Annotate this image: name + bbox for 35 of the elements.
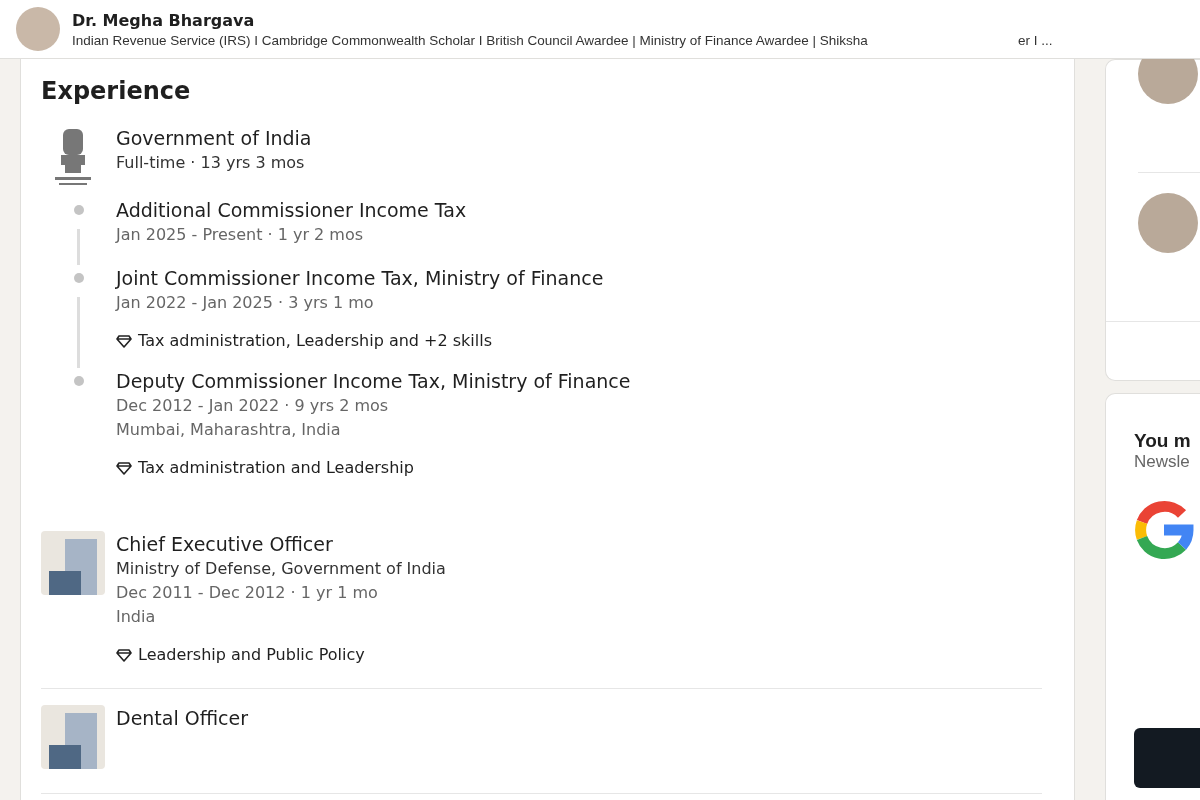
- role-title: Joint Commissioner Income Tax, Ministry of Finance: [116, 266, 604, 291]
- company-logo: [41, 531, 105, 595]
- company-name[interactable]: Government of India: [116, 125, 631, 151]
- skills-text[interactable]: Tax administration, Leadership and +2 skills: [138, 331, 493, 350]
- role-dates: Jan 2022 - Jan 2025 · 3 yrs 1 mo: [116, 292, 375, 314]
- suggestion-subtitle: Newsle: [1134, 452, 1191, 472]
- skills-text[interactable]: Leadership and Public Policy: [138, 645, 365, 664]
- google-logo: [1134, 500, 1194, 560]
- timeline-dot: [73, 376, 84, 386]
- job-title[interactable]: Chief Executive Officer: [116, 531, 446, 557]
- suggestion-title: You m: [1134, 430, 1192, 452]
- gem-icon: [116, 459, 132, 476]
- section-title: Experience: [41, 77, 192, 105]
- employment-summary: Full-time · 13 yrs 3 mos: [116, 152, 306, 174]
- role-title: Deputy Commissioner Income Tax, Ministry of Finance: [116, 369, 631, 394]
- role-title: Additional Commissioner Income Tax: [116, 198, 467, 223]
- profile-headline-end: er I ...: [1017, 32, 1053, 48]
- person-avatar: [1138, 59, 1198, 104]
- job-dates: Dec 2011 - Dec 2012 · 1 yr 1 mo: [116, 582, 379, 604]
- gem-icon: [116, 332, 132, 349]
- skills-text[interactable]: Tax administration and Leadership: [138, 458, 414, 477]
- job-location: India: [116, 606, 157, 628]
- role-location: Mumbai, Maharashtra, India: [116, 419, 342, 441]
- company-logo: [41, 705, 105, 769]
- avatar: [16, 7, 60, 51]
- profile-headline: Indian Revenue Service (IRS) I Cambridge Commonwealth Scholar I British Council Awardee | Ministry of Finance Awardee | Shiksha: [72, 32, 868, 48]
- company-name: Ministry of Defense, Government of India: [116, 558, 446, 580]
- gem-icon: [116, 646, 132, 663]
- profile-name: Dr. Megha Bhargava: [72, 10, 256, 30]
- person-avatar: [1138, 193, 1198, 253]
- job-title[interactable]: Dental Officer: [116, 705, 249, 731]
- timeline-dot: [73, 273, 84, 283]
- role-dates: Jan 2025 - Present · 1 yr 2 mos: [116, 224, 365, 246]
- timeline-dot: [73, 205, 84, 215]
- role-dates: Dec 2012 - Jan 2022 · 9 yrs 2 mos: [116, 395, 390, 417]
